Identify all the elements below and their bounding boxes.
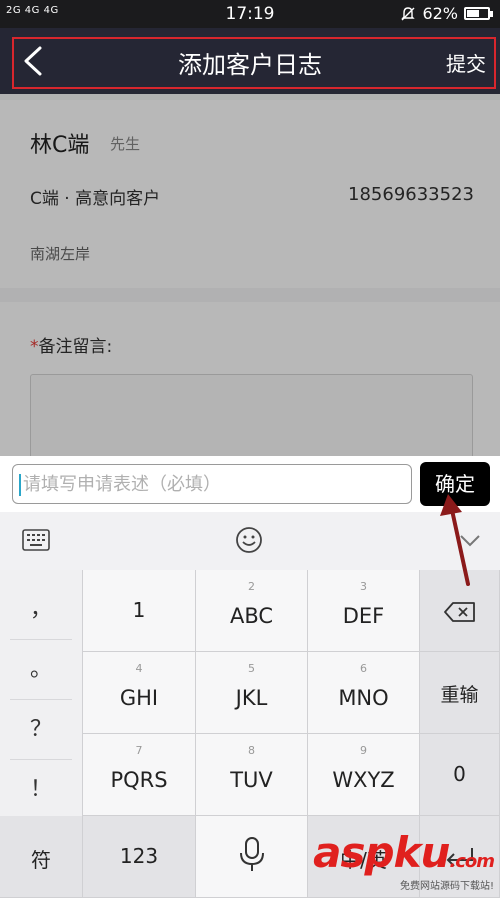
submit-button[interactable]: 提交 xyxy=(446,48,486,77)
key-label: DEF xyxy=(342,604,385,628)
watermark: aspku.com 免费网站源码下载站! xyxy=(313,828,495,892)
reenter-key[interactable]: 重输 xyxy=(420,652,500,734)
key-1[interactable]: 1 xyxy=(83,570,196,652)
nav-bar: 添加客户日志 提交 xyxy=(0,28,500,94)
backspace-icon xyxy=(444,602,475,622)
key-label: JKL xyxy=(235,686,268,710)
key-number: 8 xyxy=(248,744,255,757)
key-0[interactable]: 0 xyxy=(420,734,500,816)
notification-mute-icon xyxy=(401,6,416,20)
key-label: 1 xyxy=(132,598,146,622)
keyboard-switch-icon[interactable] xyxy=(22,529,50,551)
key-label: 0 xyxy=(453,762,466,786)
punctuation-column: ， 。 ？ ！ xyxy=(0,570,83,816)
key-label: WXYZ xyxy=(332,768,395,792)
key-number: 3 xyxy=(360,580,367,593)
keyboard-toolbar xyxy=(0,512,500,570)
key-label: MNO xyxy=(338,686,389,710)
punct-key[interactable]: 。 xyxy=(10,640,72,700)
emoji-icon[interactable] xyxy=(235,526,263,554)
key-label: 重输 xyxy=(440,684,479,706)
key-number: 6 xyxy=(360,662,367,675)
status-right: 62% xyxy=(400,4,493,23)
dim-overlay xyxy=(0,94,500,456)
symbol-key[interactable]: 符 xyxy=(0,816,83,898)
key-3[interactable]: 3 DEF xyxy=(308,570,420,652)
key-4[interactable]: 4 GHI xyxy=(83,652,196,734)
battery-icon xyxy=(464,7,493,20)
annotation-arrow xyxy=(440,494,470,586)
watermark-tagline: 免费网站源码下载站! xyxy=(399,881,494,892)
key-7[interactable]: 7 PQRS xyxy=(83,734,196,816)
description-input[interactable] xyxy=(23,465,403,503)
key-label: PQRS xyxy=(110,768,168,792)
battery-percent: 62% xyxy=(422,4,458,23)
key-number: 7 xyxy=(135,744,143,757)
watermark-domain: .com xyxy=(449,851,495,872)
page-title: 添加客户日志 xyxy=(178,51,322,79)
status-bar: 2G 4G 4G 17:19 62% xyxy=(0,0,500,28)
punct-key[interactable]: ！ xyxy=(10,760,72,820)
watermark-logo-text: aspku xyxy=(313,828,450,877)
number-mode-key[interactable]: 123 xyxy=(83,816,196,898)
key-9[interactable]: 9 WXYZ xyxy=(308,734,420,816)
input-row: 确定 xyxy=(0,456,500,512)
description-field-box[interactable] xyxy=(12,464,412,504)
key-2[interactable]: 2 ABC xyxy=(196,570,308,652)
text-caret xyxy=(19,474,21,496)
voice-key[interactable] xyxy=(196,816,308,898)
key-number: 2 xyxy=(248,580,255,593)
key-label: 123 xyxy=(119,844,159,868)
key-8[interactable]: 8 TUV xyxy=(196,734,308,816)
microphone-icon xyxy=(240,837,264,871)
key-5[interactable]: 5 JKL xyxy=(196,652,308,734)
key-number: 4 xyxy=(135,662,143,675)
key-number: 5 xyxy=(248,662,255,675)
key-label: ABC xyxy=(229,604,274,628)
key-label: GHI xyxy=(119,686,159,710)
key-number: 9 xyxy=(360,744,367,757)
key-6[interactable]: 6 MNO xyxy=(308,652,420,734)
key-label: 符 xyxy=(31,848,51,872)
punct-key[interactable]: ？ xyxy=(10,700,72,760)
punct-key[interactable]: ， xyxy=(10,580,72,640)
watermark-logo: aspku.com xyxy=(313,828,495,877)
key-label: TUV xyxy=(230,768,273,792)
